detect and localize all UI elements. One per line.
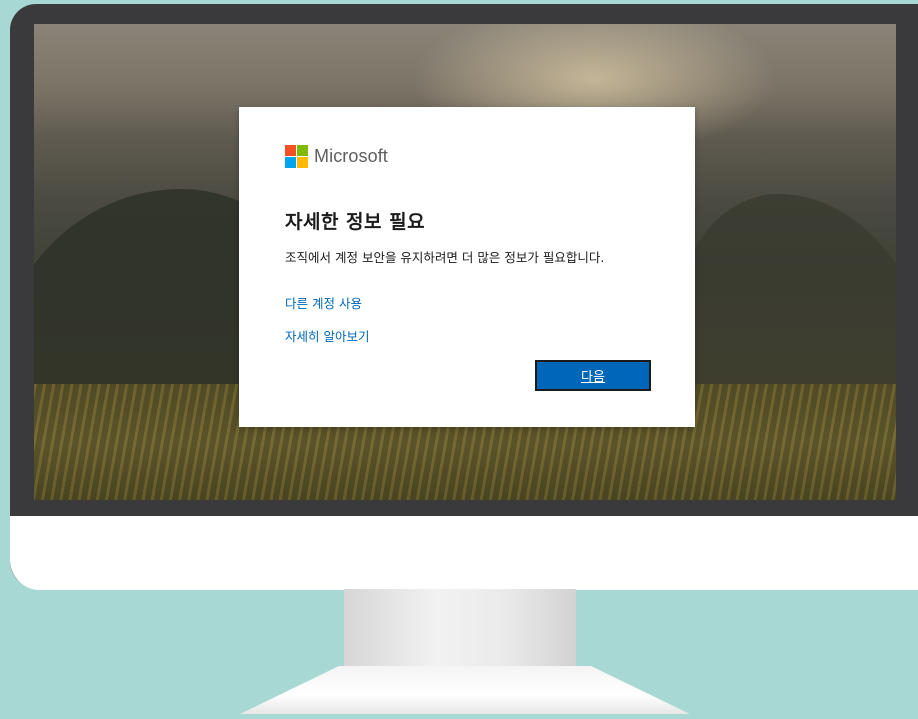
next-button[interactable]: 다음 — [535, 360, 651, 391]
dialog-title: 자세한 정보 필요 — [285, 211, 426, 233]
monitor-chin — [10, 516, 918, 590]
use-other-account-link[interactable]: 다른 계정 사용 — [285, 293, 362, 312]
monitor-stand-base — [240, 666, 690, 714]
learn-more-link[interactable]: 자세히 알아보기 — [285, 326, 369, 345]
page: Microsoft 자세한 정보 필요 조직에서 계정 보안을 유지하려면 더 … — [0, 0, 918, 719]
dialog-description: 조직에서 계정 보안을 유지하려면 더 많은 정보가 필요합니다. — [285, 250, 605, 265]
microsoft-logo-icon — [285, 145, 308, 168]
brand-name: Microsoft — [314, 146, 388, 166]
monitor-stand-neck — [344, 589, 576, 679]
brand: Microsoft — [285, 145, 388, 168]
sign-in-dialog: Microsoft 자세한 정보 필요 조직에서 계정 보안을 유지하려면 더 … — [239, 107, 695, 427]
